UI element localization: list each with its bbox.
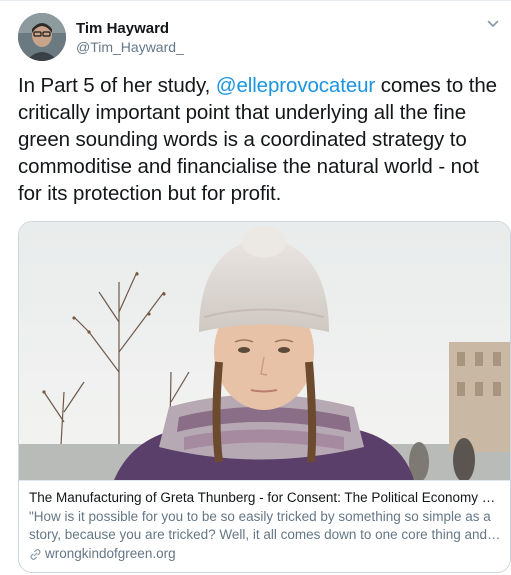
- card-domain[interactable]: wrongkindofgreen.org: [29, 545, 502, 563]
- card-title[interactable]: The Manufacturing of Greta Thunberg - fo…: [29, 489, 499, 507]
- card-domain-label: wrongkindofgreen.org: [45, 546, 176, 561]
- link-card[interactable]: The Manufacturing of Greta Thunberg - fo…: [18, 221, 511, 573]
- card-description: "How is it possible for you to be so eas…: [29, 509, 491, 542]
- tweet: Tim Hayward @Tim_Hayward_ In Part 5 of h…: [0, 0, 511, 575]
- card-image[interactable]: [19, 222, 510, 480]
- link-icon: [30, 548, 41, 560]
- avatar[interactable]: [18, 13, 66, 61]
- mention-link[interactable]: @elleprovocateur: [216, 74, 375, 97]
- card-info[interactable]: The Manufacturing of Greta Thunberg - fo…: [19, 480, 510, 572]
- user-name[interactable]: Tim Hayward: [76, 20, 169, 38]
- tweet-text-before: In Part 5 of her study,: [18, 74, 216, 97]
- tweet-text: In Part 5 of her study, @elleprovocateur…: [18, 72, 508, 207]
- chevron-down-icon[interactable]: [486, 17, 500, 31]
- user-handle[interactable]: @Tim_Hayward_: [76, 38, 184, 56]
- divider: [0, 0, 511, 1]
